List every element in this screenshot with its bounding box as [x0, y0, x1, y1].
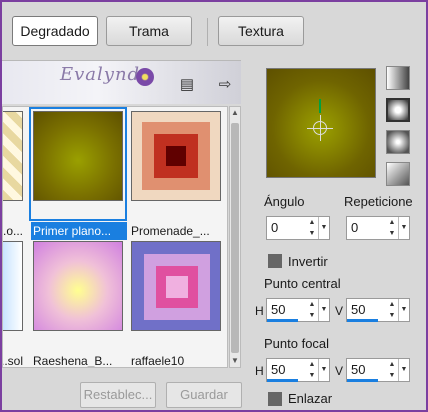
gradient-thumbnail — [3, 111, 23, 201]
focal-v-stepper[interactable]: ▲ ▼ — [387, 359, 397, 381]
focal-point-label: Punto focal — [264, 336, 330, 351]
gallery-item-label: ...sol — [3, 354, 23, 368]
center-v-input[interactable]: 50 ▲ ▼ ▼ — [346, 298, 410, 322]
center-h-input[interactable]: 50 ▲ ▼ ▼ — [266, 298, 330, 322]
invert-checkbox[interactable] — [268, 254, 282, 268]
gradient-thumbnail — [131, 111, 221, 201]
gallery-item-label: Promenade_... — [131, 224, 210, 238]
gradient-thumbnail — [33, 111, 123, 201]
focal-h-stepper[interactable]: ▲ ▼ — [307, 359, 317, 381]
angle-value: 0 — [271, 220, 279, 235]
tab-texture[interactable]: Textura — [218, 16, 304, 46]
focal-v-input[interactable]: 50 ▲ ▼ ▼ — [346, 358, 410, 382]
center-v-label: V — [335, 304, 344, 318]
repetitions-input[interactable]: 0 ▲ ▼ ▼ — [346, 216, 410, 240]
gallery-scrollbar[interactable]: ▲ ▼ — [229, 106, 241, 368]
center-h-stepper[interactable]: ▲ ▼ — [307, 299, 317, 321]
gallery-item[interactable]: Promenade_... — [129, 109, 223, 238]
gradient-thumbnail — [3, 241, 23, 331]
gallery-item-label: ...o... — [2, 224, 23, 238]
scrollbar-thumb[interactable] — [231, 123, 239, 353]
focal-v-dropdown-icon[interactable]: ▼ — [398, 359, 409, 381]
gradient-gallery: ...o... Primer plano... Promenade_... ..… — [2, 106, 228, 368]
focal-v-value: 50 — [351, 362, 366, 377]
center-point-label: Punto central — [264, 276, 341, 291]
center-v-value: 50 — [351, 302, 366, 317]
focal-h-label: H — [255, 364, 264, 378]
repetitions-value: 0 — [351, 220, 359, 235]
invert-label: Invertir — [288, 254, 328, 269]
link-checkbox[interactable] — [268, 392, 282, 406]
tab-gradient[interactable]: Degradado — [12, 16, 98, 46]
rectangular-style-button[interactable] — [386, 98, 410, 122]
center-h-label: H — [255, 304, 264, 318]
repetitions-dropdown-icon[interactable]: ▼ — [398, 217, 409, 239]
center-h-level — [267, 319, 298, 322]
repetitions-stepper[interactable]: ▲ ▼ — [387, 217, 397, 239]
scroll-up-icon[interactable]: ▲ — [230, 107, 240, 119]
crosshair-horizontal — [307, 128, 333, 129]
gallery-item[interactable]: Raeshena_B... — [31, 239, 125, 367]
focal-v-level — [347, 379, 378, 382]
tab-divider — [207, 18, 208, 46]
gradient-preview[interactable] — [266, 68, 376, 178]
center-v-stepper[interactable]: ▲ ▼ — [387, 299, 397, 321]
gallery-item-label: raffaele10 — [131, 354, 185, 368]
arrow-right-icon[interactable]: ⇨ — [216, 76, 234, 94]
gallery-item-label: Raeshena_B... — [33, 354, 113, 368]
save-button[interactable]: Guardar — [166, 382, 242, 408]
reset-button[interactable]: Restablec... — [80, 382, 156, 408]
angle-handle-icon[interactable] — [319, 99, 321, 113]
gradient-dialog: Degradado Trama Textura Evalynda ▤ ⇨ ...… — [2, 2, 426, 410]
repetitions-label: Repeticione — [344, 194, 413, 209]
radial-style-button[interactable] — [386, 162, 410, 186]
angle-dropdown-icon[interactable]: ▼ — [318, 217, 329, 239]
focal-h-value: 50 — [271, 362, 286, 377]
focal-h-level — [267, 379, 298, 382]
angle-label: Ángulo — [264, 194, 305, 209]
gallery-item[interactable]: ...o... — [3, 109, 25, 238]
sunburst-style-button[interactable] — [386, 130, 410, 154]
link-label: Enlazar — [288, 391, 333, 406]
center-v-dropdown-icon[interactable]: ▼ — [398, 299, 409, 321]
focal-h-input[interactable]: 50 ▲ ▼ ▼ — [266, 358, 330, 382]
angle-input[interactable]: 0 ▲ ▼ ▼ — [266, 216, 330, 240]
flower-icon — [136, 68, 154, 86]
list-view-icon[interactable]: ▤ — [178, 76, 196, 94]
scroll-down-icon[interactable]: ▼ — [230, 355, 240, 367]
center-v-level — [347, 319, 378, 322]
focal-v-label: V — [335, 364, 344, 378]
center-h-dropdown-icon[interactable]: ▼ — [318, 299, 329, 321]
gallery-item-selected[interactable]: Primer plano... — [29, 107, 127, 240]
linear-style-button[interactable] — [386, 66, 410, 90]
gallery-item[interactable]: ...sol — [3, 239, 25, 367]
center-h-value: 50 — [271, 302, 286, 317]
focal-h-dropdown-icon[interactable]: ▼ — [318, 359, 329, 381]
gallery-item[interactable]: raffaele10 — [129, 239, 223, 367]
gradient-thumbnail — [131, 241, 221, 331]
tab-pattern[interactable]: Trama — [106, 16, 192, 46]
gradient-thumbnail — [33, 241, 123, 331]
gallery-item-label: Primer plano... — [31, 222, 127, 240]
angle-stepper[interactable]: ▲ ▼ — [307, 217, 317, 239]
